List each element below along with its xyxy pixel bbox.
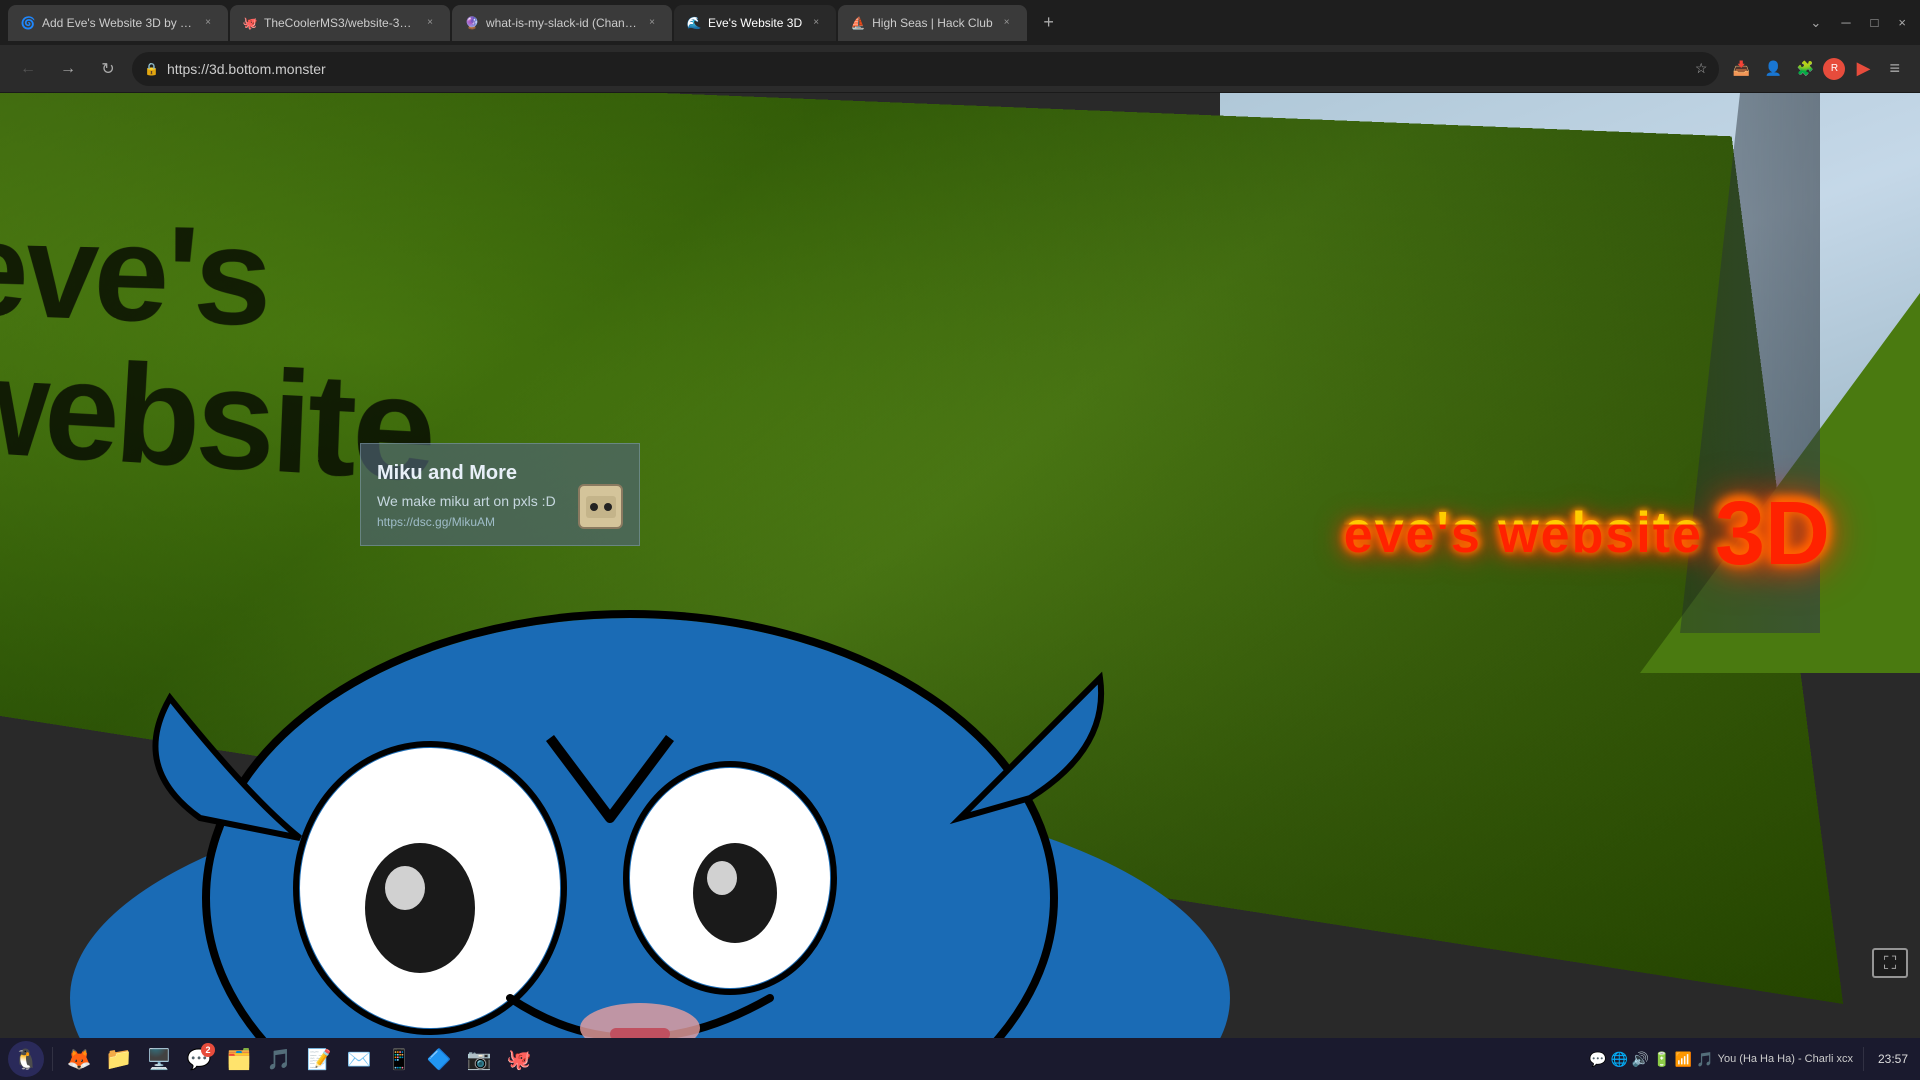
taskbar-whatsapp[interactable]: 📱: [381, 1041, 417, 1077]
wifi-systray-icon[interactable]: 📶: [1675, 1051, 1692, 1068]
fire-text-3d: 3D: [1715, 483, 1830, 586]
taskbar-nemo[interactable]: 🗂️: [221, 1041, 257, 1077]
window-close[interactable]: ×: [1892, 15, 1912, 30]
systray: 💬 🌐 🔊 🔋 📶 🎵 You (Ha Ha Ha) - Charli xcx: [1589, 1051, 1853, 1068]
account-icon[interactable]: 👤: [1759, 55, 1787, 83]
window-minimize[interactable]: ─: [1835, 15, 1856, 30]
tab-close-4[interactable]: ×: [808, 15, 824, 31]
discord-badge: 2: [201, 1043, 215, 1057]
browser-frame: 🌀 Add Eve's Website 3D by Th... × 🐙 TheC…: [0, 0, 1920, 1080]
music-note-icon: 🎵: [1696, 1051, 1713, 1068]
tab-slack-id[interactable]: 🔮 what-is-my-slack-id (Channe... ×: [452, 5, 672, 41]
nav-extras: 📥 👤 🧩 R ▶ ≡: [1727, 54, 1908, 83]
taskbar-spotify[interactable]: 🎵: [261, 1041, 297, 1077]
title-bar: 🌀 Add Eve's Website 3D by Th... × 🐙 TheC…: [0, 0, 1920, 45]
start-icon: 🐧: [14, 1047, 39, 1072]
start-button[interactable]: 🐧: [8, 1041, 44, 1077]
window-list-icon[interactable]: ⌄: [1804, 15, 1827, 31]
terminal-icon: 🖥️: [147, 1047, 172, 1072]
notion-icon: 📝: [307, 1047, 332, 1072]
extensions-icon[interactable]: 🧩: [1791, 55, 1819, 83]
fire-text-main: eve's website: [1344, 505, 1703, 565]
browser-menu-button[interactable]: ≡: [1881, 54, 1908, 83]
tab-label-5: High Seas | Hack Club: [872, 16, 993, 30]
lock-icon: 🔒: [144, 62, 159, 76]
spotify-icon: 🎵: [267, 1047, 292, 1072]
github-icon: 🐙: [507, 1047, 532, 1072]
tab-label-3: what-is-my-slack-id (Channe...: [486, 16, 638, 30]
robot-eye-left: [590, 503, 598, 511]
tab-icon-5: ⛵: [850, 15, 866, 31]
bookmark-star-icon[interactable]: ☆: [1695, 60, 1708, 77]
taskbar-vscode[interactable]: 🔷: [421, 1041, 457, 1077]
tab-icon-2: 🐙: [242, 15, 258, 31]
clock: 23:57: [1874, 1052, 1912, 1066]
fullscreen-button[interactable]: ⛶: [1872, 948, 1908, 978]
taskbar-right: 💬 🌐 🔊 🔋 📶 🎵 You (Ha Ha Ha) - Charli xcx …: [1589, 1047, 1912, 1071]
forward-button[interactable]: →: [52, 53, 84, 85]
user-avatar[interactable]: R: [1823, 58, 1845, 80]
tab-add-button[interactable]: +: [1033, 7, 1065, 39]
creature-svg: [50, 518, 1250, 1038]
taskbar-discord[interactable]: 💬 2: [181, 1041, 217, 1077]
tab-icon-1: 🌀: [20, 15, 36, 31]
taskbar-separator-1: [52, 1047, 53, 1071]
whatsapp-icon: 📱: [387, 1047, 412, 1072]
tab-close-5[interactable]: ×: [999, 15, 1015, 31]
tab-icon-4: 🌊: [686, 15, 702, 31]
tab-close-3[interactable]: ×: [644, 15, 660, 31]
taskbar-notion[interactable]: 📝: [301, 1041, 337, 1077]
tab-label-2: TheCoolerMS3/website-3d...: [264, 16, 416, 30]
window-controls: ⌄ ─ □ ×: [1804, 15, 1912, 31]
volume-systray-icon[interactable]: 🔊: [1632, 1051, 1649, 1068]
tab-high-seas[interactable]: ⛵ High Seas | Hack Club ×: [838, 5, 1027, 41]
refresh-button[interactable]: ↻: [92, 53, 124, 85]
tab-label-4: Eve's Website 3D: [708, 16, 802, 30]
tab-add-eve[interactable]: 🌀 Add Eve's Website 3D by Th... ×: [8, 5, 228, 41]
url-text: https://3d.bottom.monster: [167, 61, 1687, 77]
url-bar[interactable]: 🔒 https://3d.bottom.monster ☆: [132, 52, 1719, 86]
tab-coolermS3[interactable]: 🐙 TheCoolerMS3/website-3d... ×: [230, 5, 450, 41]
main-content: eve's website Miku and More We make miku…: [0, 93, 1920, 1038]
taskbar-photos[interactable]: 📷: [461, 1041, 497, 1077]
taskbar-github[interactable]: 🐙: [501, 1041, 537, 1077]
taskbar-terminal[interactable]: 🖥️: [141, 1041, 177, 1077]
now-playing-text: You (Ha Ha Ha) - Charli xcx: [1718, 1053, 1853, 1065]
tab-icon-3: 🔮: [464, 15, 480, 31]
window-maximize[interactable]: □: [1865, 15, 1885, 30]
taskbar-firefox[interactable]: 🦊: [61, 1041, 97, 1077]
taskbar: 🐧 🦊 📁 🖥️ 💬 2 🗂️ 🎵 📝 ✉️ 📱: [0, 1038, 1920, 1080]
fullscreen-icon: ⛶: [1884, 953, 1897, 974]
back-button[interactable]: ←: [12, 53, 44, 85]
mail-icon: ✉️: [347, 1047, 372, 1072]
creature-container: [50, 518, 1250, 1038]
tab-close-2[interactable]: ×: [422, 15, 438, 31]
tab-eves-website[interactable]: 🌊 Eve's Website 3D ×: [674, 5, 836, 41]
taskbar-files[interactable]: 📁: [101, 1041, 137, 1077]
tab-close-1[interactable]: ×: [200, 15, 216, 31]
nemo-icon: 🗂️: [227, 1047, 252, 1072]
taskbar-separator-2: [1863, 1047, 1864, 1071]
nav-bar: ← → ↻ 🔒 https://3d.bottom.monster ☆ 📥 👤 …: [0, 45, 1920, 93]
youtube-icon[interactable]: ▶: [1849, 55, 1877, 83]
files-icon: 📁: [105, 1046, 132, 1072]
robot-eye-right: [604, 503, 612, 511]
tab-label-1: Add Eve's Website 3D by Th...: [42, 16, 194, 30]
fire-text-container: eve's website 3D: [1344, 483, 1830, 586]
vscode-icon: 🔷: [427, 1047, 452, 1072]
network-systray-icon[interactable]: 🌐: [1610, 1051, 1627, 1068]
battery-systray-icon[interactable]: 🔋: [1653, 1051, 1670, 1068]
info-card-title: Miku and More: [377, 462, 623, 485]
taskbar-mail[interactable]: ✉️: [341, 1041, 377, 1077]
photos-icon: 📷: [467, 1047, 492, 1072]
discord-systray-icon[interactable]: 💬: [1589, 1051, 1606, 1068]
pocket-icon[interactable]: 📥: [1727, 55, 1755, 83]
firefox-icon: 🦊: [67, 1047, 92, 1072]
